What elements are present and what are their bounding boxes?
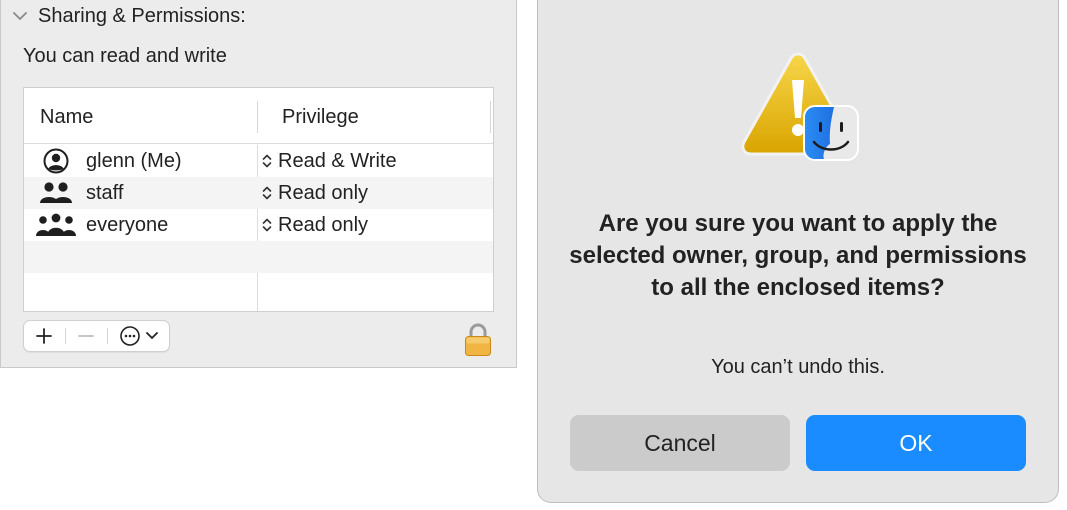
table-row[interactable]: glenn (Me) Read & Write [24,145,493,177]
sharing-permissions-panel: Sharing & Permissions: You can read and … [0,0,517,368]
row-name: staff [86,182,124,204]
empty-row [24,273,493,305]
privilege-popup[interactable]: Read & Write [278,150,397,173]
privilege-popup[interactable]: Read only [278,182,368,205]
confirmation-alert: Are you sure you want to apply the selec… [537,0,1059,503]
minus-icon[interactable] [72,321,100,351]
alert-title: Are you sure you want to apply the selec… [569,210,1027,301]
group-icon [39,177,73,209]
chevron-updown-icon[interactable] [262,182,274,204]
access-status: You can read and write [23,45,227,67]
row-name: glenn (Me) [86,150,182,172]
chevron-updown-icon[interactable] [262,214,274,236]
everyone-icon [35,209,77,241]
table-row[interactable]: staff Read only [24,177,493,209]
ellipsis-circle-icon[interactable] [115,321,167,351]
permissions-table: Name Privilege glenn (Me) Read & Write s… [23,87,494,312]
alert-message: You can’t undo this. [711,356,885,378]
empty-row [24,241,493,273]
section-header[interactable]: Sharing & Permissions: [11,4,246,28]
column-header-privilege[interactable]: Privilege [282,106,359,129]
user-circle-icon [43,145,69,177]
lock-icon[interactable] [463,322,493,358]
table-row[interactable]: everyone Read only [24,209,493,241]
cancel-button[interactable]: Cancel [570,415,790,471]
chevron-updown-icon[interactable] [262,150,274,172]
ok-button[interactable]: OK [806,415,1026,471]
toolbar-divider [65,328,66,344]
column-header-name[interactable]: Name [40,106,93,129]
toolbar-divider [107,328,108,344]
column-separator[interactable] [257,101,258,133]
row-name: everyone [86,214,169,236]
privilege-popup[interactable]: Read only [278,214,368,237]
caution-with-finder-icon [740,50,860,165]
plus-icon[interactable] [30,321,58,351]
table-header: Name Privilege [24,88,493,144]
chevron-down-icon[interactable] [11,7,29,25]
permissions-toolbar [23,320,170,352]
column-separator [490,101,491,133]
section-title: Sharing & Permissions: [38,4,246,27]
